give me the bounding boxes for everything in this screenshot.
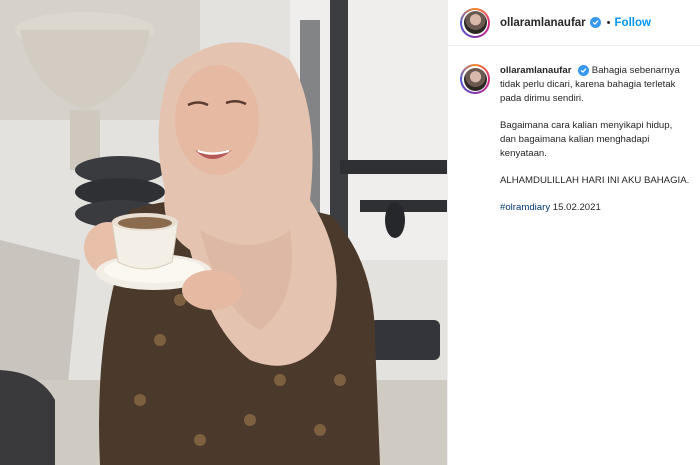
avatar-image: [463, 11, 487, 34]
caption-comment: ollaramlanaufar Bahagia sebenarnya tidak…: [460, 64, 692, 228]
profile-avatar[interactable]: [460, 7, 490, 38]
follow-button[interactable]: Follow: [615, 17, 651, 29]
caption-paragraph-3: ALHAMDULILLAH HARI INI AKU BAHAGIA.: [500, 175, 690, 186]
avatar-image: [463, 67, 487, 91]
post-photo[interactable]: [0, 0, 447, 465]
post-header: ollaramlanaufar • Follow: [448, 0, 700, 46]
header-username[interactable]: ollaramlanaufar: [500, 17, 586, 29]
caption-paragraph-2: Bagaimana cara kalian menyikapi hidup, d…: [500, 120, 673, 159]
photo-illustration: [0, 0, 447, 465]
verified-badge-icon: [578, 65, 590, 76]
post-side-panel: ollaramlanaufar • Follow ollaramlanaufar…: [447, 0, 700, 465]
hashtag-link[interactable]: #olramdiary: [500, 202, 550, 213]
caption-text: ollaramlanaufar Bahagia sebenarnya tidak…: [500, 64, 690, 228]
header-separator: •: [606, 16, 611, 29]
caption-username[interactable]: ollaramlanaufar: [500, 65, 571, 76]
caption-avatar[interactable]: [460, 64, 490, 94]
post-date: 15.02.2021: [552, 202, 601, 213]
verified-badge-icon: [589, 17, 601, 28]
